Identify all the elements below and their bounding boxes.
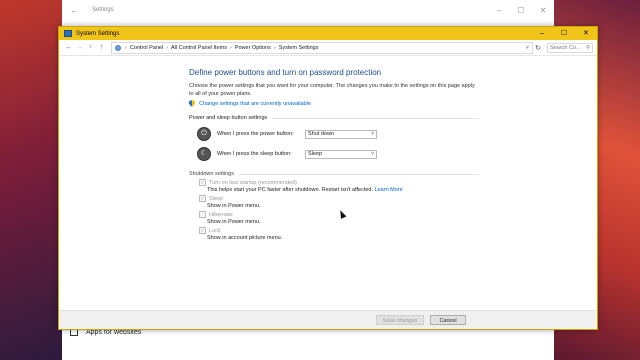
background-titlebar: ← Settings – ☐ ✕ — [62, 0, 554, 20]
maximize-icon[interactable]: ☐ — [510, 6, 532, 15]
maximize-button[interactable]: ☐ — [553, 27, 575, 40]
window-title: System Settings — [76, 30, 120, 37]
up-arrow-icon[interactable]: ↑ — [96, 44, 107, 51]
sleep-option: ✓ Sleep Show in Power menu. — [199, 195, 479, 209]
fast-startup-desc: This helps start your PC faster after sh… — [207, 187, 374, 193]
back-arrow-icon[interactable]: ← — [62, 6, 86, 15]
recent-locations-chevron-icon[interactable]: ˅ — [85, 44, 96, 51]
fast-startup-label: Turn on fast startup (recommended) — [209, 179, 297, 186]
search-placeholder: Search Co... — [550, 44, 581, 51]
breadcrumb-control-panel[interactable]: Control Panel — [128, 45, 165, 51]
change-settings-link[interactable]: Change settings that are currently unava… — [189, 100, 479, 107]
sleep-button-label: When I press the sleep button: — [217, 151, 292, 157]
shutdown-section-header: Shutdown settings — [189, 171, 479, 177]
cancel-button[interactable]: Cancel — [430, 315, 466, 325]
power-button-row: ⏻ When I press the power button: Shut do… — [189, 127, 479, 141]
desktop-wallpaper-left — [0, 0, 62, 360]
breadcrumb-all-items[interactable]: All Control Panel Items — [169, 45, 229, 51]
search-input[interactable]: Search Co... ⚲ — [547, 42, 593, 53]
power-button-select[interactable]: Shut down ˅ — [305, 129, 377, 139]
power-button-label: When I press the power button: — [217, 131, 294, 137]
fast-startup-option: ✓ Turn on fast startup (recommended) Thi… — [199, 179, 479, 193]
lock-checkbox[interactable]: ✓ — [199, 227, 206, 234]
save-changes-button[interactable]: Save changes — [376, 315, 424, 325]
power-button-value: Shut down — [308, 131, 334, 137]
lock-option: ✓ Lock Show in account picture menu. — [199, 227, 479, 241]
fast-startup-checkbox[interactable]: ✓ — [199, 179, 206, 186]
page-title: Define power buttons and turn on passwor… — [189, 68, 382, 77]
forward-arrow-icon[interactable]: → — [74, 44, 85, 51]
breadcrumb-system-settings[interactable]: System Settings — [277, 45, 321, 51]
minimize-icon[interactable]: – — [488, 6, 510, 15]
sleep-checkbox[interactable]: ✓ — [199, 195, 206, 202]
power-button-icon: ⏻ — [197, 127, 211, 141]
sleep-button-row: ☾ When I press the sleep button: Sleep ˅ — [189, 147, 479, 161]
window-controls: – ☐ ✕ — [531, 27, 597, 40]
power-sleep-section-header: Power and sleep button settings — [189, 115, 479, 121]
chevron-down-icon: ˅ — [371, 131, 374, 137]
page-description: Choose the power settings that you want … — [189, 83, 475, 97]
address-toolbar: ← → ˅ ↑ › Control Panel › All Control Pa… — [59, 40, 597, 56]
sleep-button-value: Sleep — [308, 151, 323, 157]
back-arrow-icon[interactable]: ← — [63, 44, 74, 51]
background-window-title: Settings — [92, 7, 114, 13]
background-window-controls: – ☐ ✕ — [488, 6, 554, 15]
hibernate-checkbox[interactable] — [199, 211, 206, 218]
minimize-button[interactable]: – — [531, 27, 553, 40]
main-content: Define power buttons and turn on passwor… — [189, 68, 479, 241]
change-settings-link-text: Change settings that are currently unava… — [199, 100, 311, 107]
lock-desc: Show in account picture menu. — [207, 235, 283, 241]
window-titlebar: System Settings – ☐ ✕ — [59, 27, 597, 40]
hibernate-label: Hibernate — [209, 211, 233, 218]
control-panel-app-icon — [64, 30, 72, 37]
lock-label: Lock — [209, 227, 221, 234]
sleep-label: Sleep — [209, 195, 224, 202]
admin-shield-icon — [189, 100, 195, 107]
close-icon[interactable]: ✕ — [532, 6, 554, 15]
address-dropdown-icon[interactable]: ˅ — [526, 45, 532, 51]
search-icon: ⚲ — [585, 44, 590, 51]
dialog-footer: Save changes Cancel — [59, 310, 597, 329]
close-button[interactable]: ✕ — [575, 27, 597, 40]
sleep-button-select[interactable]: Sleep ˅ — [305, 149, 377, 159]
control-panel-icon — [115, 44, 121, 51]
learn-more-link[interactable]: Learn More — [375, 187, 403, 193]
chevron-down-icon: ˅ — [371, 151, 374, 157]
breadcrumb-power-options[interactable]: Power Options — [233, 45, 273, 51]
system-settings-window: System Settings – ☐ ✕ ← → ˅ ↑ › Control … — [58, 26, 598, 330]
address-bar[interactable]: › Control Panel › All Control Panel Item… — [111, 41, 533, 54]
sleep-button-icon: ☾ — [197, 147, 211, 161]
hibernate-desc: Show in Power menu. — [207, 219, 261, 225]
refresh-icon[interactable]: ↻ — [533, 44, 543, 52]
